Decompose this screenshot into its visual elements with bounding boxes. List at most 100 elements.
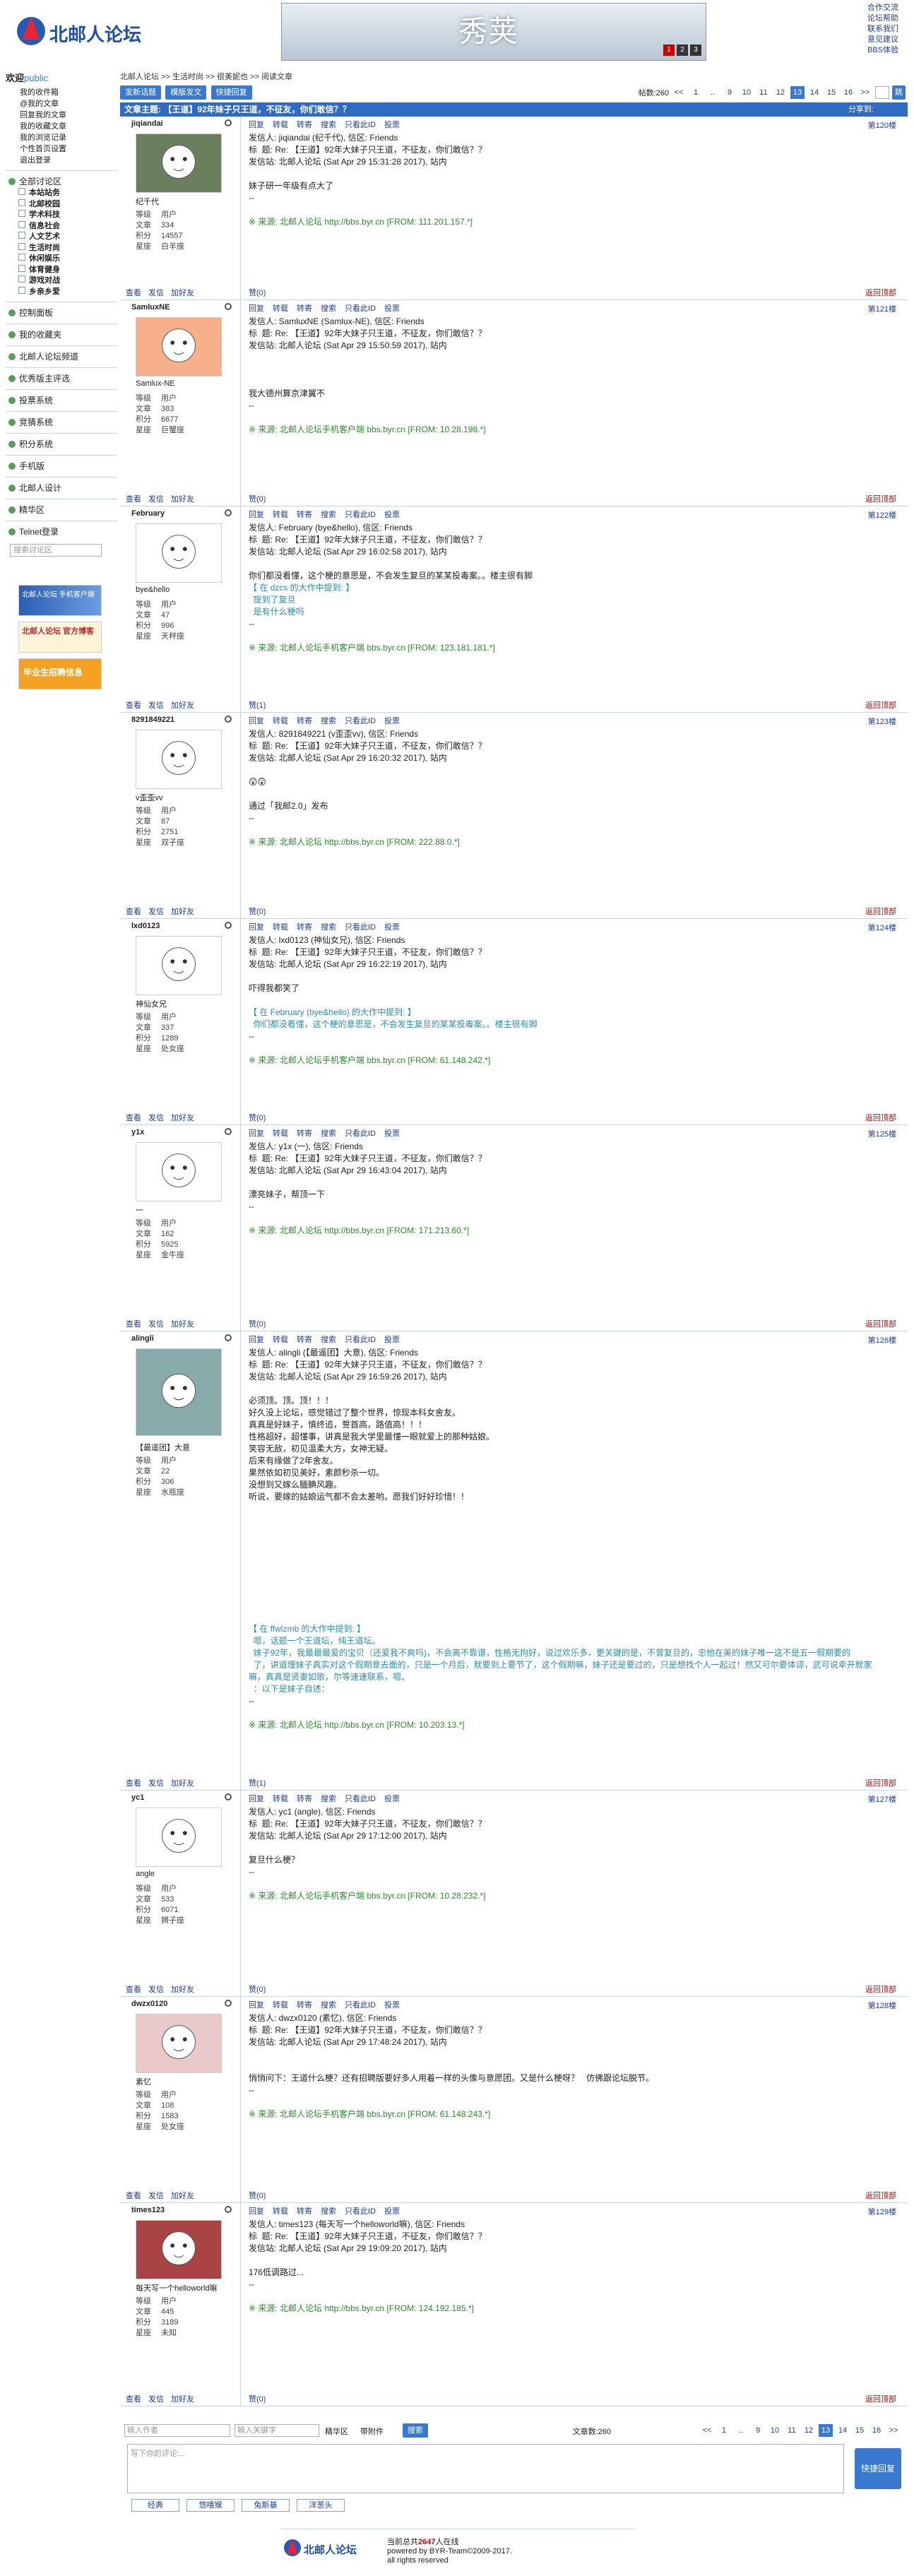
vote-button[interactable]: 投票 [384, 1999, 400, 2010]
send-message-link[interactable]: 发信 [148, 906, 164, 917]
only-author-button[interactable]: 只看此ID [345, 2205, 376, 2216]
reply-button[interactable]: 回复 [249, 715, 264, 726]
send-message-link[interactable]: 发信 [148, 699, 164, 711]
forward-button[interactable]: 转寄 [297, 921, 312, 932]
only-author-button[interactable]: 只看此ID [345, 1334, 376, 1345]
board-site-affairs[interactable]: 本站站务 [6, 188, 117, 199]
banner-page-2[interactable]: 2 [677, 44, 688, 56]
menu-favorites[interactable]: 我的收藏文章 [6, 121, 117, 132]
like-button[interactable]: 赞(0) [249, 287, 266, 298]
board-leisure[interactable]: 休闲娱乐 [6, 254, 117, 265]
forward-button[interactable]: 转寄 [297, 1334, 312, 1345]
add-friend-link[interactable]: 加好友 [171, 2393, 194, 2404]
send-message-link[interactable]: 发信 [148, 2393, 164, 2404]
post-author[interactable]: yc1 [131, 1793, 144, 1802]
emoticon-tab-classic[interactable]: 经典 [131, 2499, 179, 2512]
repost-button[interactable]: 转载 [273, 921, 288, 932]
back-to-top-link[interactable]: 返回顶部 [865, 2393, 896, 2404]
board-lifestyle[interactable]: 生活时尚 [6, 243, 117, 254]
page-link[interactable]: 11 [785, 2424, 799, 2437]
only-author-button[interactable]: 只看此ID [345, 1127, 376, 1139]
view-profile-link[interactable]: 查看 [126, 2190, 141, 2201]
avatar[interactable] [136, 317, 222, 376]
vote-button[interactable]: 投票 [384, 921, 400, 932]
page-link[interactable]: << [700, 2424, 714, 2437]
like-button[interactable]: 赞(0) [249, 1983, 266, 1995]
send-message-link[interactable]: 发信 [148, 287, 164, 298]
avatar[interactable] [136, 1348, 222, 1436]
banner-page-1[interactable]: 1 [663, 44, 675, 56]
add-friend-link[interactable]: 加好友 [171, 906, 194, 917]
section-points[interactable]: 积分系统 [19, 439, 53, 449]
page-link[interactable]: 12 [773, 86, 788, 99]
page-link[interactable]: 11 [756, 86, 771, 99]
vote-button[interactable]: 投票 [384, 509, 400, 520]
add-friend-link[interactable]: 加好友 [171, 2190, 194, 2201]
section-all-boards[interactable]: 全部讨论区 [19, 177, 61, 186]
board-arts[interactable]: 人文艺术 [6, 232, 117, 243]
search-button[interactable]: 搜索 [321, 1334, 336, 1345]
view-profile-link[interactable]: 查看 [126, 1112, 141, 1123]
attach-checkbox[interactable]: 带附件 [360, 2426, 384, 2437]
page-link[interactable]: 10 [768, 2424, 782, 2437]
send-message-link[interactable]: 发信 [148, 1777, 164, 1788]
section-design[interactable]: 北邮人设计 [19, 483, 61, 493]
back-to-top-link[interactable]: 返回顶部 [865, 493, 896, 504]
banner-page-3[interactable]: 3 [690, 44, 701, 56]
back-to-top-link[interactable]: 返回顶部 [865, 906, 896, 917]
menu-replies[interactable]: 回复我的文章 [6, 109, 117, 121]
section-guess[interactable]: 竞猜系统 [19, 417, 53, 427]
search-button[interactable]: 搜索 [321, 302, 336, 314]
emoticon-tab-onion[interactable]: 洋葱头 [297, 2499, 345, 2512]
vote-button[interactable]: 投票 [384, 2205, 400, 2216]
page-prev[interactable]: << [672, 86, 686, 99]
send-message-link[interactable]: 发信 [148, 493, 164, 504]
reply-button[interactable]: 回复 [249, 1334, 264, 1345]
forward-button[interactable]: 转寄 [297, 509, 312, 520]
reply-button[interactable]: 回复 [249, 2205, 264, 2216]
forward-button[interactable]: 转寄 [297, 1127, 312, 1139]
emoticon-tab-tuzki[interactable]: 兔斯基 [242, 2499, 290, 2512]
search-button[interactable]: 搜索 [321, 509, 336, 520]
view-profile-link[interactable]: 查看 [126, 1777, 141, 1788]
send-message-link[interactable]: 发信 [148, 1983, 164, 1995]
post-author[interactable]: lxd0123 [131, 922, 160, 930]
post-author[interactable]: y1x [131, 1128, 144, 1136]
back-to-top-link[interactable]: 返回顶部 [865, 287, 896, 298]
top-link-feedback[interactable]: 意见建议 [867, 35, 907, 45]
site-logo[interactable]: 北邮人论坛 [10, 10, 144, 57]
post-author[interactable]: times123 [131, 2206, 165, 2214]
reply-button[interactable]: 回复 [249, 119, 264, 130]
template-post-button[interactable]: 模版发文 [165, 85, 207, 100]
vote-button[interactable]: 投票 [384, 1793, 400, 1804]
like-button[interactable]: 赞(0) [249, 2190, 266, 2201]
view-profile-link[interactable]: 查看 [126, 493, 141, 504]
top-link-help[interactable]: 论坛帮助 [867, 13, 907, 24]
avatar[interactable] [136, 1808, 222, 1867]
page-link[interactable]: .. [734, 2424, 748, 2437]
view-profile-link[interactable]: 查看 [126, 1983, 141, 1995]
back-to-top-link[interactable]: 返回顶部 [865, 1777, 896, 1788]
reply-button[interactable]: 回复 [249, 1793, 264, 1804]
search-button[interactable]: 搜索 [321, 1793, 336, 1804]
page-link[interactable]: 1 [689, 86, 703, 99]
add-friend-link[interactable]: 加好友 [171, 1777, 194, 1788]
page-link[interactable]: 15 [824, 86, 838, 99]
ad-jobs[interactable]: 毕业生招聘信息 [18, 658, 102, 689]
crumb-home[interactable]: 北邮人论坛 [120, 73, 159, 81]
ad-mobile-client[interactable]: 北邮人论坛 手机客户端 [18, 585, 102, 616]
forward-button[interactable]: 转寄 [297, 119, 312, 130]
search-button[interactable]: 搜索 [321, 2205, 336, 2216]
forward-button[interactable]: 转寄 [297, 1999, 312, 2010]
avatar[interactable] [136, 523, 222, 583]
forward-button[interactable]: 转寄 [297, 2205, 312, 2216]
send-message-link[interactable]: 发信 [148, 1318, 164, 1329]
page-jump-input[interactable] [875, 86, 889, 99]
only-author-button[interactable]: 只看此ID [345, 509, 376, 520]
reply-button[interactable]: 回复 [249, 302, 264, 314]
vote-button[interactable]: 投票 [384, 119, 400, 130]
search-button[interactable]: 搜索 [321, 921, 336, 932]
repost-button[interactable]: 转载 [273, 715, 288, 726]
post-author[interactable]: dwzx0120 [131, 2000, 167, 2008]
only-author-button[interactable]: 只看此ID [345, 921, 376, 932]
